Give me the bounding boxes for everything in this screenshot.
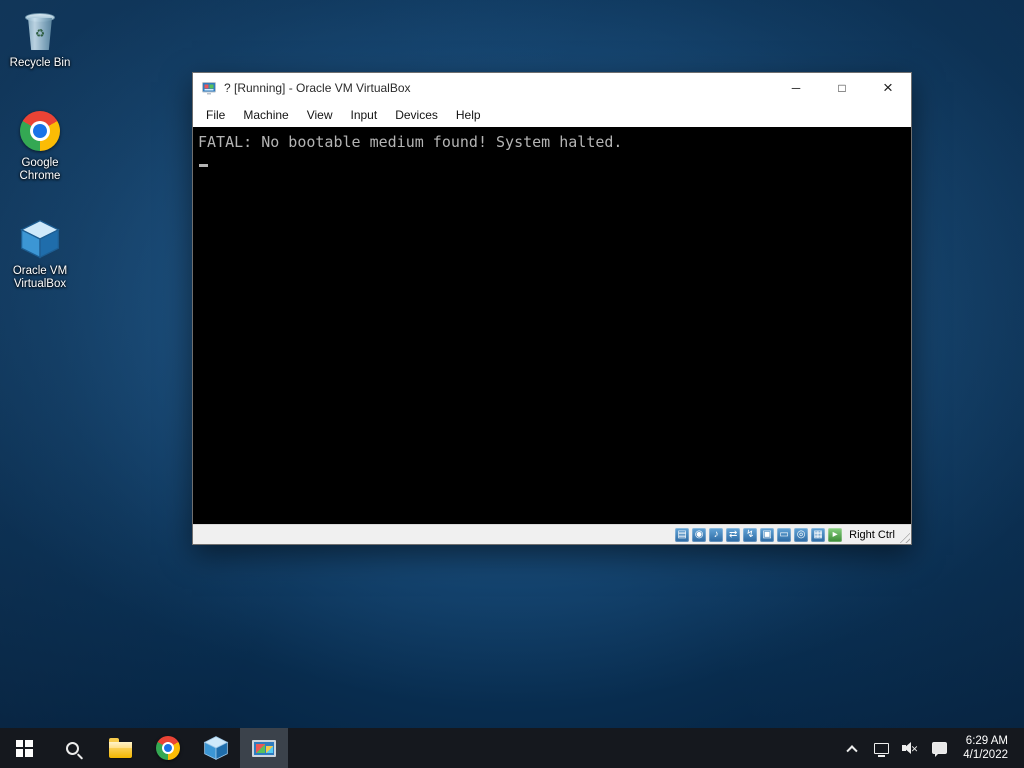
tray-volume[interactable]: ✕ (899, 728, 921, 768)
resize-grip[interactable] (897, 530, 910, 543)
system-tray: ✕ 6:29 AM 4/1/2022 (841, 728, 1024, 768)
vm-statusbar: ▤ ◉ ♪ ⇄ ↯ ▣ ▭ ◎ ▦ ▸ Right Ctrl (193, 524, 911, 544)
desktop-icon-recycle-bin[interactable]: ♻ Recycle Bin (2, 8, 78, 70)
recording-icon[interactable]: ◎ (794, 527, 809, 542)
chevron-up-icon (846, 745, 858, 757)
recycle-bin-icon: ♻ (2, 8, 78, 54)
window-titlebar[interactable]: ? [Running] - Oracle VM VirtualBox ─ □ × (193, 73, 911, 103)
chrome-icon (2, 108, 78, 154)
notification-icon (931, 742, 947, 757)
desktop-icon-virtualbox[interactable]: Oracle VM VirtualBox (2, 216, 78, 291)
desktop-icon-label: Google Chrome (19, 157, 61, 182)
virtualbox-cube-icon (203, 736, 229, 761)
hard-disks-icon[interactable]: ▤ (675, 527, 690, 542)
minimize-button[interactable]: ─ (773, 73, 819, 103)
network-icon[interactable]: ⇄ (726, 527, 741, 542)
taskbar-search-button[interactable] (48, 728, 96, 768)
chrome-icon (156, 736, 180, 760)
taskbar-vm-running-window[interactable] (240, 728, 288, 768)
host-key-label: Right Ctrl (849, 528, 895, 541)
network-icon (873, 742, 889, 757)
window-title: ? [Running] - Oracle VM VirtualBox (224, 81, 411, 95)
console-cursor (199, 164, 208, 167)
menu-machine[interactable]: Machine (234, 103, 297, 127)
usb-icon[interactable]: ↯ (743, 527, 758, 542)
search-icon (65, 741, 79, 755)
desktop[interactable]: ♻ Recycle Bin Google Chrome Oracle VM Vi… (0, 0, 1024, 768)
virtualbox-vm-window: ? [Running] - Oracle VM VirtualBox ─ □ ×… (192, 72, 912, 545)
menu-input[interactable]: Input (342, 103, 387, 127)
vm-window-icon (252, 739, 276, 757)
menu-devices[interactable]: Devices (386, 103, 447, 127)
taskbar: ✕ 6:29 AM 4/1/2022 (0, 728, 1024, 768)
vm-menubar: File Machine View Input Devices Help (193, 103, 911, 127)
audio-icon[interactable]: ♪ (709, 527, 724, 542)
close-button[interactable]: × (865, 73, 911, 103)
vm-console-screen[interactable]: FATAL: No bootable medium found! System … (193, 127, 911, 524)
optical-drives-icon[interactable]: ◉ (692, 527, 707, 542)
virtualbox-cube-icon (2, 216, 78, 262)
tray-show-hidden-icons[interactable] (841, 728, 863, 768)
taskbar-file-explorer[interactable] (96, 728, 144, 768)
clock-date: 4/1/2022 (963, 749, 1008, 761)
maximize-button[interactable]: □ (819, 73, 865, 103)
tray-action-center[interactable] (928, 728, 950, 768)
taskbar-clock[interactable]: 6:29 AM 4/1/2022 (957, 728, 1014, 768)
shared-folders-icon[interactable]: ▣ (760, 527, 775, 542)
desktop-icon-label: Oracle VM VirtualBox (12, 265, 68, 290)
menu-help[interactable]: Help (447, 103, 490, 127)
desktop-icon-google-chrome[interactable]: Google Chrome (2, 108, 78, 183)
taskbar-virtualbox[interactable] (192, 728, 240, 768)
console-text-line: FATAL: No bootable medium found! System … (198, 133, 623, 151)
mouse-integration-icon[interactable]: ▸ (828, 527, 843, 542)
display-icon[interactable]: ▭ (777, 527, 792, 542)
windows-logo-icon (15, 739, 33, 757)
clock-time: 6:29 AM (965, 735, 1008, 747)
desktop-icon-label: Recycle Bin (9, 57, 71, 69)
start-button[interactable] (0, 728, 48, 768)
menu-view[interactable]: View (298, 103, 342, 127)
window-titlebar-icon (202, 82, 216, 95)
features-icon[interactable]: ▦ (811, 527, 826, 542)
taskbar-chrome[interactable] (144, 728, 192, 768)
tray-network[interactable] (870, 728, 892, 768)
file-explorer-icon (108, 738, 132, 758)
speaker-muted-icon: ✕ (902, 741, 918, 755)
menu-file[interactable]: File (197, 103, 234, 127)
